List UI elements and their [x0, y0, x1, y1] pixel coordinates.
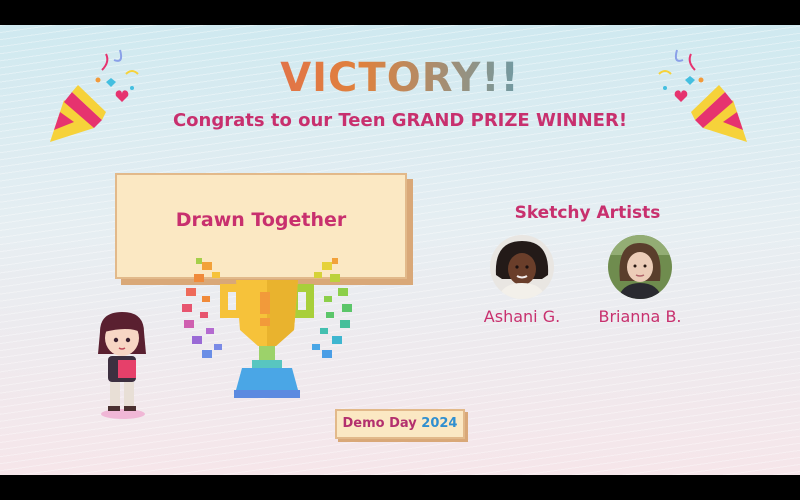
slide-subtitle: Congrats to our Teen GRAND PRIZE WINNER!	[172, 110, 628, 131]
demo-day-badge: Demo Day 2024	[335, 409, 465, 439]
team-name: Sketchy Artists	[514, 203, 661, 223]
winner-slide: VICTORY!! Congrats to our Teen GRAND PRI…	[0, 25, 800, 475]
slide-title: VICTORY!!	[0, 55, 800, 101]
team-member: Brianna B.	[585, 235, 695, 326]
cartoon-artist-icon	[98, 312, 146, 419]
person-photo-icon	[490, 235, 554, 299]
member-name: Brianna B.	[598, 307, 682, 326]
laurel-wreath-left-icon	[182, 258, 222, 358]
member-avatar	[608, 235, 672, 299]
badge-label: Demo Day	[342, 416, 417, 431]
laurel-wreath-right-icon	[312, 258, 352, 358]
member-avatar	[490, 235, 554, 299]
trophy-icon	[182, 258, 352, 398]
person-photo-icon	[608, 235, 672, 299]
badge-year: 2024	[421, 416, 458, 431]
member-name: Ashani G.	[483, 307, 561, 326]
team-member: Ashani G.	[467, 235, 577, 326]
project-name: Drawn Together	[175, 209, 347, 231]
